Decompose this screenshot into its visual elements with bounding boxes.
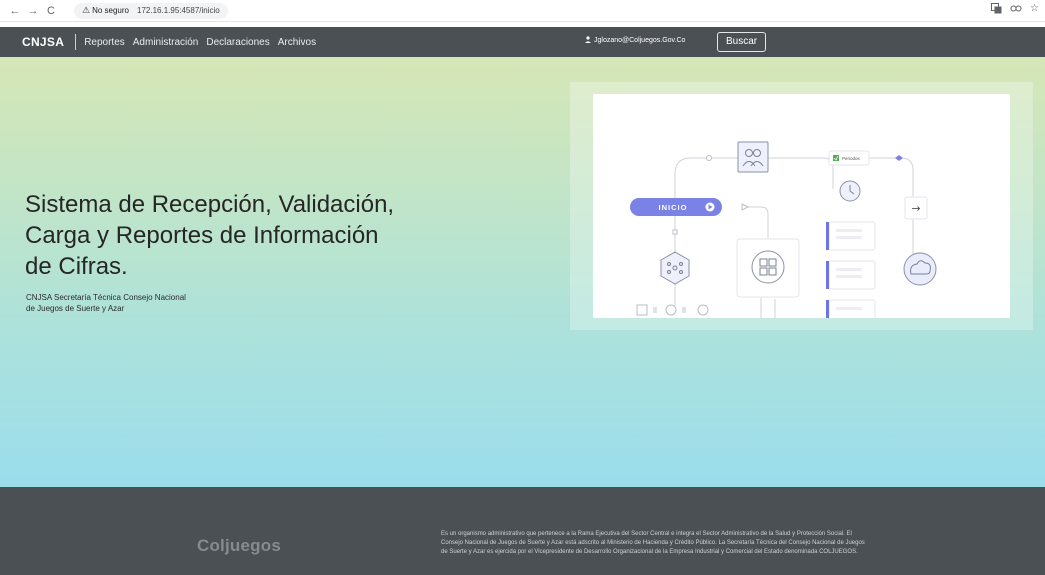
hero-title-line: Sistema de Recepción, Validación, <box>25 191 395 218</box>
periods-label: Periodos <box>842 156 861 161</box>
user-menu[interactable]: Jglozano@Coljuegos.Gov.Co <box>585 36 685 45</box>
hero-subtitle-line: CNJSA Secretaría Técnica Consejo Naciona… <box>26 293 186 302</box>
clock-icon <box>839 180 861 202</box>
workflow-illustration: INICIO Periodos → <box>593 94 1010 318</box>
hub-hexagon-icon <box>660 251 690 285</box>
key-icon[interactable] <box>1010 3 1022 17</box>
start-label: INICIO <box>659 203 688 212</box>
translate-icon[interactable] <box>991 3 1002 17</box>
bookmark-star-icon[interactable]: ☆ <box>1030 3 1039 17</box>
footer-description-line: Es un organismo administrativo que perte… <box>441 531 852 537</box>
hero-subtitle-line: de Juegos de Suerte y Azar <box>26 304 125 313</box>
arrow-box: → <box>904 196 928 220</box>
footer-description: Es un organismo administrativo que perte… <box>441 530 981 557</box>
nav-link-declaraciones[interactable]: Declaraciones <box>206 37 269 48</box>
periods-chip: Periodos <box>828 150 870 166</box>
nav-divider <box>75 34 77 50</box>
connector-dot <box>706 155 712 161</box>
start-pill: INICIO <box>630 198 722 216</box>
people-node-icon <box>737 141 769 173</box>
hero-title: Sistema de Recepción, Validación, Carga … <box>25 189 475 282</box>
footer-description-line: de Suerte y Azar es ejercida por el Vice… <box>441 549 858 555</box>
user-email: Jglozano@Coljuegos.Gov.Co <box>594 37 686 44</box>
browser-toolbar: ← → C ⚠ No seguro 172.16.1.95:4587/inici… <box>0 0 1045 22</box>
back-icon[interactable]: ← <box>6 5 24 17</box>
browser-actions: ☆ <box>991 3 1039 17</box>
sync-card-icon <box>736 238 800 298</box>
main-navbar: CNJSA Reportes Administración Declaracio… <box>0 27 1045 57</box>
coljuegos-logo: Coljuegos <box>197 536 281 555</box>
forward-icon[interactable]: → <box>24 5 42 17</box>
footer-description-line: Consejo Nacional de Juegos de Suerte y A… <box>441 540 865 546</box>
arrow-right-icon: → <box>911 202 920 215</box>
search-button[interactable]: Buscar <box>717 32 767 52</box>
hero-title-line: Carga y Reportes de Información <box>25 222 379 249</box>
warning-icon[interactable]: ⚠ <box>82 5 90 16</box>
nav-link-archivos[interactable]: Archivos <box>278 37 316 48</box>
hero-subtitle: CNJSA Secretaría Técnica Consejo Naciona… <box>26 292 226 314</box>
user-icon <box>585 36 591 45</box>
hero-title-line: de Cifras. <box>25 253 128 280</box>
address-bar[interactable]: ⚠ No seguro 172.16.1.95:4587/inicio <box>74 2 228 19</box>
url-text[interactable]: 172.16.1.95:4587/inicio <box>137 6 220 15</box>
security-label[interactable]: No seguro <box>92 6 129 15</box>
footer: Coljuegos Es un organismo administrativo… <box>0 487 1045 575</box>
nav-link-administracion[interactable]: Administración <box>133 37 199 48</box>
brand-logo[interactable]: CNJSA <box>22 35 64 49</box>
document-cards <box>826 221 876 318</box>
bottom-icons <box>636 304 709 316</box>
reload-icon[interactable]: C <box>42 5 60 17</box>
cloud-node-icon <box>903 252 937 286</box>
nav-link-reportes[interactable]: Reportes <box>84 37 125 48</box>
